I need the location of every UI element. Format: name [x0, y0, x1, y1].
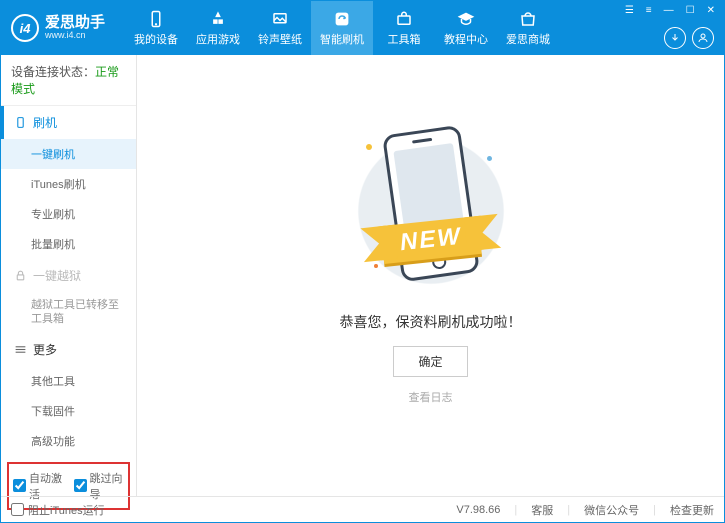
toolbox-icon	[395, 10, 413, 28]
logo-icon: i4	[11, 14, 39, 42]
section-label: 刷机	[33, 114, 57, 131]
nav-label: 工具箱	[388, 31, 421, 47]
app-url: www.i4.cn	[45, 31, 105, 41]
sidebar-item-other-tools[interactable]: 其他工具	[1, 366, 136, 396]
success-illustration: NEW	[346, 126, 516, 296]
window-controls: ☰ ≡ — ☐ ✕	[622, 5, 718, 16]
sidebar-item-itunes-flash[interactable]: iTunes刷机	[1, 169, 136, 199]
nav-label: 教程中心	[444, 31, 488, 47]
success-message: 恭喜您，保资料刷机成功啦！	[340, 312, 522, 332]
wechat-link[interactable]: 微信公众号	[584, 502, 639, 518]
lock-icon	[13, 269, 27, 283]
status-bar: 阻止iTunes运行 V7.98.66 | 客服 | 微信公众号 | 检查更新	[1, 496, 724, 522]
nav-toolbox[interactable]: 工具箱	[373, 1, 435, 55]
nav-my-device[interactable]: 我的设备	[125, 1, 187, 55]
check-update-link[interactable]: 检查更新	[670, 502, 714, 518]
store-icon	[519, 10, 537, 28]
download-button[interactable]	[664, 27, 686, 49]
nav-ringtones[interactable]: 铃声壁纸	[249, 1, 311, 55]
sidebar-item-download-firmware[interactable]: 下载固件	[1, 396, 136, 426]
checkbox-block-itunes[interactable]: 阻止iTunes运行	[11, 502, 105, 518]
nav-flash[interactable]: 智能刷机	[311, 1, 373, 55]
phone-icon	[147, 10, 165, 28]
status-label: 设备连接状态：	[11, 65, 95, 79]
sidebar-item-batch-flash[interactable]: 批量刷机	[1, 229, 136, 259]
logo[interactable]: i4 爱思助手 www.i4.cn	[11, 14, 105, 42]
version-label: V7.98.66	[456, 504, 500, 516]
sidebar-section-jailbreak[interactable]: 一键越狱	[1, 259, 136, 292]
nav-store[interactable]: 爱思商城	[497, 1, 559, 55]
close-icon[interactable]: ✕	[704, 5, 718, 16]
more-icon	[13, 342, 27, 356]
nav-tutorials[interactable]: 教程中心	[435, 1, 497, 55]
section-label: 一键越狱	[33, 267, 81, 284]
settings-icon[interactable]: ≡	[643, 5, 655, 16]
sidebar: 设备连接状态：正常模式 刷机 一键刷机 iTunes刷机 专业刷机 批量刷机 一…	[1, 55, 137, 496]
minimize-icon[interactable]: —	[661, 5, 677, 16]
app-title: 爱思助手	[45, 15, 105, 32]
nav-label: 应用游戏	[196, 31, 240, 47]
user-button[interactable]	[692, 27, 714, 49]
sidebar-item-pro-flash[interactable]: 专业刷机	[1, 199, 136, 229]
top-nav: 我的设备 应用游戏 铃声壁纸 智能刷机 工具箱 教程中心	[125, 1, 559, 55]
flash-icon	[333, 10, 351, 28]
main-content: NEW 恭喜您，保资料刷机成功啦！ 确定 查看日志	[137, 55, 724, 496]
grad-cap-icon	[457, 10, 475, 28]
maximize-icon[interactable]: ☐	[683, 5, 698, 16]
sidebar-section-flash[interactable]: 刷机	[1, 106, 136, 139]
menu-icon[interactable]: ☰	[622, 5, 637, 16]
connection-status: 设备连接状态：正常模式	[1, 55, 136, 106]
support-link[interactable]: 客服	[531, 502, 553, 518]
wallpaper-icon	[271, 10, 289, 28]
sidebar-item-advanced[interactable]: 高级功能	[1, 426, 136, 456]
nav-label: 智能刷机	[320, 31, 364, 47]
nav-apps[interactable]: 应用游戏	[187, 1, 249, 55]
nav-label: 我的设备	[134, 31, 178, 47]
sidebar-item-oneclick-flash[interactable]: 一键刷机	[1, 139, 136, 169]
section-label: 更多	[33, 341, 57, 358]
nav-label: 爱思商城	[506, 31, 550, 47]
titlebar: i4 爱思助手 www.i4.cn 我的设备 应用游戏 铃声壁纸 智能刷机	[1, 1, 724, 55]
nav-label: 铃声壁纸	[258, 31, 302, 47]
view-log-link[interactable]: 查看日志	[409, 389, 453, 405]
sidebar-section-more[interactable]: 更多	[1, 333, 136, 366]
jailbreak-note: 越狱工具已转移至工具箱	[1, 292, 136, 333]
apps-icon	[209, 10, 227, 28]
phone-icon	[13, 116, 27, 130]
confirm-button[interactable]: 确定	[393, 346, 467, 377]
